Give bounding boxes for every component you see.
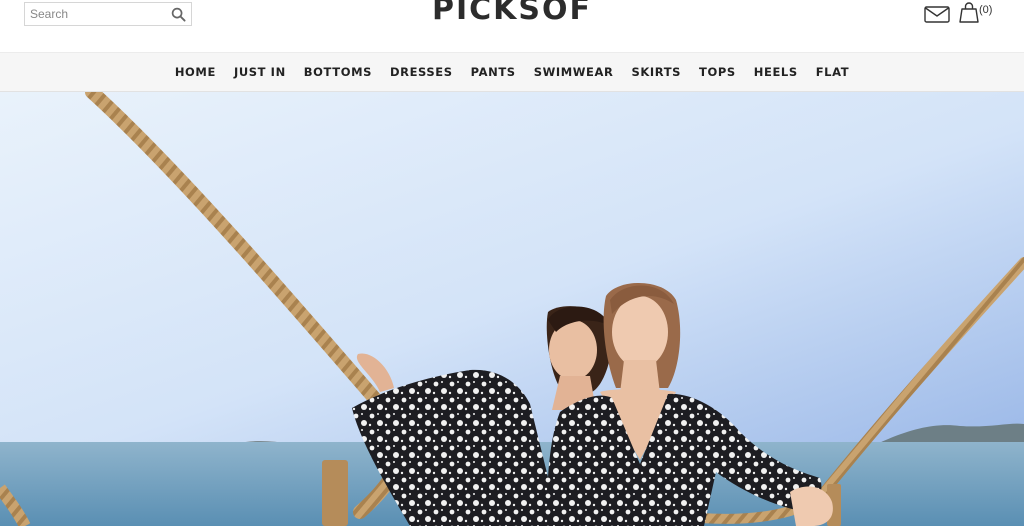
hero-image [0,92,1024,526]
shopping-bag-icon[interactable] [957,0,981,24]
nav-item-home[interactable]: HOME [175,65,216,79]
site-logo[interactable]: PICKSOF [0,0,1024,27]
site-header: PICKSOF (0) [0,0,1024,52]
hero-banner[interactable] [0,92,1024,526]
nav-item-swimwear[interactable]: SWIMWEAR [534,65,614,79]
cart-count[interactable]: (0) [979,4,992,16]
nav-item-flat[interactable]: FLAT [816,65,849,79]
nav-item-bottoms[interactable]: BOTTOMS [304,65,372,79]
wooden-post [322,460,348,526]
nav-item-tops[interactable]: TOPS [699,65,736,79]
nav-item-just-in[interactable]: JUST IN [234,65,286,79]
nav-item-heels[interactable]: HEELS [754,65,798,79]
nav-item-pants[interactable]: PANTS [471,65,516,79]
nav-item-skirts[interactable]: SKIRTS [631,65,681,79]
mail-icon[interactable] [924,4,950,24]
nav-item-dresses[interactable]: DRESSES [390,65,453,79]
main-nav: HOME JUST IN BOTTOMS DRESSES PANTS SWIMW… [0,52,1024,92]
